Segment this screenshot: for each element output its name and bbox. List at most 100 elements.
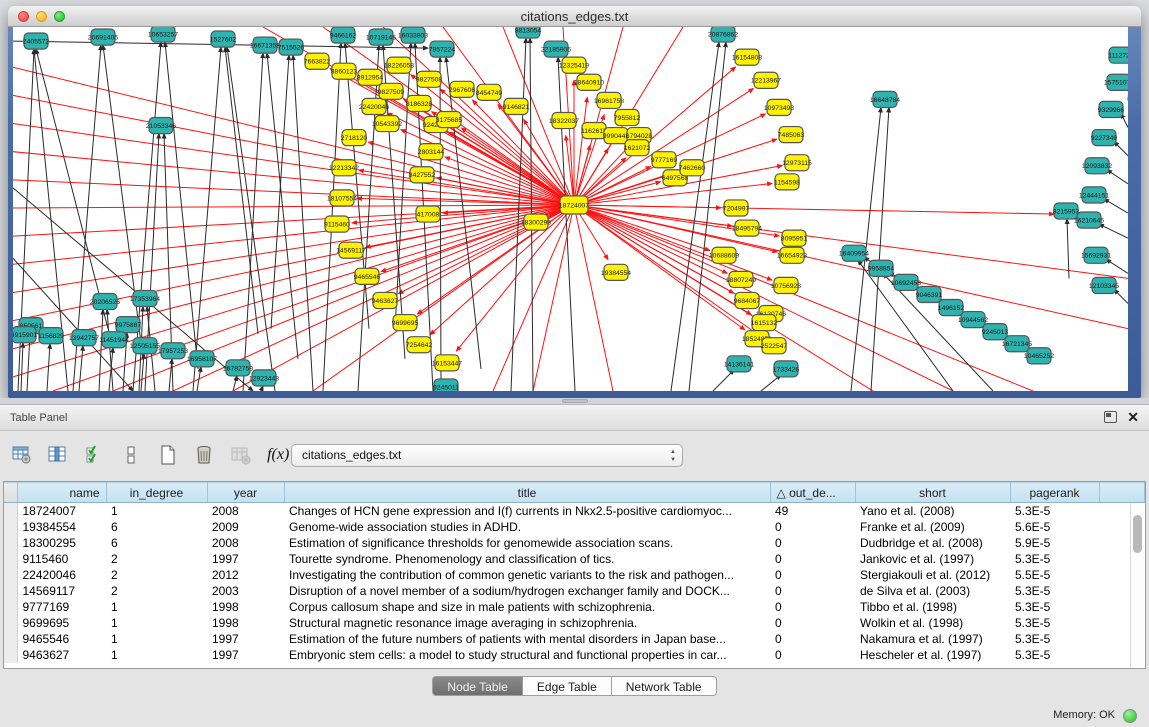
graph-node[interactable]: 9958854 (868, 260, 895, 276)
tab-node-table[interactable]: Node Table (432, 676, 523, 696)
graph-node[interactable]: 7663822 (304, 53, 331, 69)
graph-node[interactable]: 16958107 (187, 351, 217, 367)
table-cell[interactable]: 5.3E-5 (1010, 647, 1099, 663)
table-cell[interactable]: 0 (770, 647, 855, 663)
table-settings-icon[interactable] (8, 441, 36, 469)
graph-node[interactable]: 12093832 (1082, 158, 1112, 174)
edge[interactable] (13, 205, 574, 236)
table-cell[interactable]: Tibbo et al. (1998) (855, 599, 1010, 615)
graph-node[interactable]: 2522547 (761, 338, 788, 354)
graph-node[interactable]: 8186328 (406, 95, 433, 111)
edge[interactable] (13, 205, 574, 208)
table-row[interactable]: 1830029562008Estimation of significance … (4, 535, 1145, 551)
table-cell[interactable]: Embryonic stem cells: a model to study s… (284, 647, 770, 663)
column-header-title[interactable]: title (284, 483, 770, 503)
edge[interactable] (1106, 259, 1128, 273)
table-cell[interactable]: 1 (106, 647, 207, 663)
graph-node[interactable]: 1615132 (751, 315, 778, 331)
graph-node[interactable]: 1156829 (38, 328, 64, 344)
graph-node[interactable]: 20691406 (88, 29, 118, 45)
graph-node[interactable]: 2405572 (23, 33, 50, 49)
graph-node[interactable]: 16409954 (839, 245, 869, 261)
graph-node[interactable]: 9245013 (982, 324, 1009, 340)
edge[interactable] (47, 344, 50, 391)
table-row[interactable]: 1872400712008Changes of HCN gene express… (4, 503, 1145, 519)
table-row[interactable]: 946362711997Embryonic stem cells: a mode… (4, 647, 1145, 663)
table-cell[interactable]: 2008 (207, 503, 284, 519)
edge[interactable] (261, 386, 263, 391)
close-panel-icon[interactable]: ✕ (1127, 409, 1139, 426)
edge[interactable] (103, 45, 143, 359)
graph-node[interactable]: 7515526 (278, 39, 305, 55)
table-cell[interactable]: 2012 (207, 567, 284, 583)
graph-node[interactable]: 9777169 (651, 152, 678, 168)
graph-node[interactable]: 11451944 (99, 332, 129, 348)
table-cell[interactable]: 18724007 (17, 503, 106, 519)
table-cell[interactable]: 9777169 (17, 599, 106, 615)
table-cell[interactable]: Tourette syndrome. Phenomenology and cla… (284, 551, 770, 567)
edge[interactable] (1107, 170, 1128, 184)
graph-node[interactable]: 12923448 (249, 370, 279, 386)
graph-node[interactable]: 20876862 (708, 27, 738, 42)
table-cell[interactable]: 2003 (207, 583, 284, 599)
graph-node[interactable]: 10653257 (148, 27, 178, 42)
new-document-icon[interactable] (154, 441, 182, 469)
table-cell[interactable]: 1997 (207, 631, 284, 647)
graph-node[interactable]: 17353964 (130, 290, 160, 306)
edge[interactable] (193, 47, 221, 391)
graph-node[interactable]: 20206526 (90, 293, 120, 309)
graph-node[interactable]: 8813054 (515, 27, 542, 38)
graph-node[interactable]: 15751074 (1104, 74, 1128, 90)
table-row[interactable]: 1456911722003Disruption of a novel membe… (4, 583, 1145, 599)
graph-node[interactable]: 8860123 (331, 63, 358, 79)
graph-node[interactable]: 13942757 (69, 330, 99, 346)
table-cell[interactable]: 14569117 (17, 583, 106, 599)
table-cell[interactable]: 0 (770, 583, 855, 599)
table-cell[interactable]: 1 (106, 599, 207, 615)
table-cell[interactable]: Hescheler et al. (1997) (855, 647, 1010, 663)
table-cell[interactable]: 0 (770, 551, 855, 567)
column-header-out_de[interactable]: △ out_de... (770, 483, 855, 503)
edge[interactable] (21, 343, 23, 391)
edge[interactable] (13, 152, 574, 205)
graph-node[interactable]: 16153447 (432, 355, 462, 371)
table-cell[interactable]: Stergiakouli et al. (2012) (855, 567, 1010, 583)
graph-node[interactable]: 22185906 (541, 41, 571, 57)
edge[interactable] (574, 205, 1128, 329)
graph-node[interactable]: 12505155 (130, 338, 160, 354)
table-cell[interactable]: 1 (106, 503, 207, 519)
graph-node[interactable]: 9463627 (372, 292, 399, 308)
table-cell[interactable]: Estimation of significance thresholds fo… (284, 535, 770, 551)
table-cell[interactable]: 0 (770, 615, 855, 631)
edge[interactable] (13, 205, 574, 349)
graph-node[interactable]: 10973493 (764, 99, 794, 115)
table-row[interactable]: 1938455462009Genome-wide association stu… (4, 519, 1145, 535)
graph-node[interactable]: 1154598 (774, 174, 800, 190)
graph-node[interactable]: 9245011 (433, 379, 459, 391)
tab-network-table[interactable]: Network Table (612, 676, 717, 696)
graph-node[interactable]: 21053346 (146, 117, 176, 133)
edge[interactable] (574, 205, 1054, 214)
table-cell[interactable]: 6 (106, 535, 207, 551)
edge[interactable] (233, 205, 574, 391)
graph-node[interactable]: 16210645 (1074, 212, 1104, 228)
graph-node[interactable]: 7955812 (614, 109, 641, 125)
edge[interactable] (1099, 224, 1128, 238)
table-scrollbar[interactable] (1130, 503, 1144, 667)
table-cell[interactable]: 5.3E-5 (1010, 551, 1099, 567)
edge[interactable] (358, 45, 379, 391)
graph-node[interactable]: 10692458 (891, 274, 921, 290)
graph-node[interactable]: 18300295 (521, 214, 551, 230)
graph-node[interactable]: 10756928 (771, 277, 801, 293)
table-cell[interactable]: 0 (770, 519, 855, 535)
graph-node[interactable]: 9227349 (1091, 130, 1118, 146)
tab-edge-table[interactable]: Edge Table (523, 676, 612, 696)
table-cell[interactable]: 18300295 (17, 535, 106, 551)
table-cell[interactable]: 1 (106, 631, 207, 647)
graph-node[interactable]: 22420046 (359, 98, 389, 114)
table-cell[interactable]: Nakamura et al. (1997) (855, 631, 1010, 647)
table-cell[interactable]: 0 (770, 599, 855, 615)
window-titlebar[interactable]: citations_edges.txt (8, 6, 1141, 27)
table-cell[interactable]: 0 (770, 535, 855, 551)
graph-node[interactable]: 7462660 (679, 160, 706, 176)
